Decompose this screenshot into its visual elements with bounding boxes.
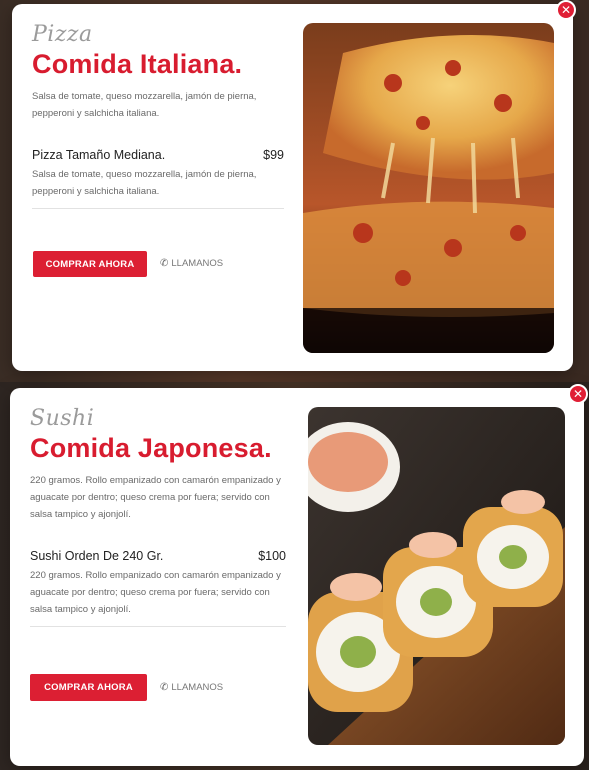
item-name: Sushi Orden De 240 Gr. xyxy=(30,549,164,563)
buy-now-button[interactable]: COMPRAR AHORA xyxy=(30,674,147,701)
sushi-text-column: Sushi Comida Japonesa. 220 gramos. Rollo… xyxy=(30,406,286,627)
pizza-photo xyxy=(303,23,554,353)
sushi-photo xyxy=(308,407,565,745)
modal-title: Comida Italiana. xyxy=(32,49,243,79)
divider xyxy=(32,208,284,209)
modal-kicker: Pizza xyxy=(32,22,93,47)
close-icon[interactable]: ✕ xyxy=(556,0,576,20)
item-description: 220 gramos. Rollo empanizado con camarón… xyxy=(30,570,281,615)
sushi-modal: Sushi Comida Japonesa. 220 gramos. Rollo… xyxy=(10,388,584,766)
modal-kicker: Sushi xyxy=(30,406,95,431)
call-us-link[interactable]: ✆ LLAMANOS xyxy=(160,682,223,693)
call-us-label: LLAMANOS xyxy=(171,682,224,693)
item-price: $100 xyxy=(258,549,286,563)
close-icon[interactable]: ✕ xyxy=(568,384,588,404)
phone-icon: ✆ xyxy=(160,258,169,269)
pizza-text-column: Pizza Comida Italiana. Salsa de tomate, … xyxy=(32,22,284,209)
buy-now-button[interactable]: COMPRAR AHORA xyxy=(33,251,147,277)
modal-title: Comida Japonesa. xyxy=(30,433,272,463)
item-name: Pizza Tamaño Mediana. xyxy=(32,148,166,162)
call-us-label: LLAMANOS xyxy=(171,258,224,269)
modal-description: Salsa de tomate, queso mozzarella, jamón… xyxy=(32,91,257,119)
modal-description: 220 gramos. Rollo empanizado con camarón… xyxy=(30,475,281,520)
menu-item-row: Sushi Orden De 240 Gr. $100 xyxy=(30,549,286,563)
menu-item-row: Pizza Tamaño Mediana. $99 xyxy=(32,148,284,162)
phone-icon: ✆ xyxy=(160,682,169,693)
divider xyxy=(30,626,286,627)
item-description: Salsa de tomate, queso mozzarella, jamón… xyxy=(32,169,257,197)
call-us-link[interactable]: ✆ LLAMANOS xyxy=(160,258,223,269)
pizza-modal: Pizza Comida Italiana. Salsa de tomate, … xyxy=(12,4,573,371)
item-price: $99 xyxy=(263,148,284,162)
